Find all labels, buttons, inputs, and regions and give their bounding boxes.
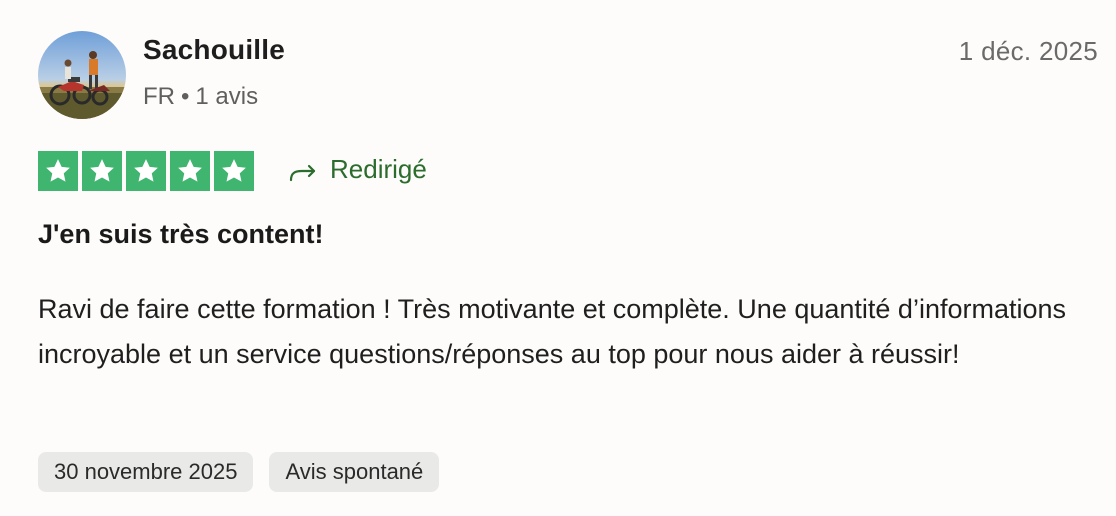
avatar-photo-icon [38,31,126,119]
review-title[interactable]: J'en suis très content! [38,219,324,250]
star-icon [170,151,210,191]
review-card: Sachouille FR • 1 avis 1 déc. 2025 Redirig… [0,0,1116,516]
review-date: 1 déc. 2025 [958,36,1098,66]
author-meta: FR • 1 avis [143,83,258,111]
star-icon [38,151,78,191]
star-icon [82,151,122,191]
redirect-arrow-icon [288,162,318,184]
author-name[interactable]: Sachouille [143,34,285,66]
review-type-tag[interactable]: Avis spontané [269,452,440,492]
star-icon [126,151,166,191]
meta-separator: • [181,83,190,110]
experience-date-tag: 30 novembre 2025 [38,452,254,492]
author-country: FR [143,83,175,110]
redirected-badge[interactable]: Redirigé [288,154,427,185]
redirected-label: Redirigé [330,154,427,184]
star-rating [38,151,254,191]
review-tags: 30 novembre 2025 Avis spontané [38,452,440,492]
star-icon [214,151,254,191]
avatar[interactable] [38,31,126,119]
author-review-count: 1 avis [195,83,259,110]
review-body: Ravi de faire cette formation ! Très mot… [38,294,1067,369]
